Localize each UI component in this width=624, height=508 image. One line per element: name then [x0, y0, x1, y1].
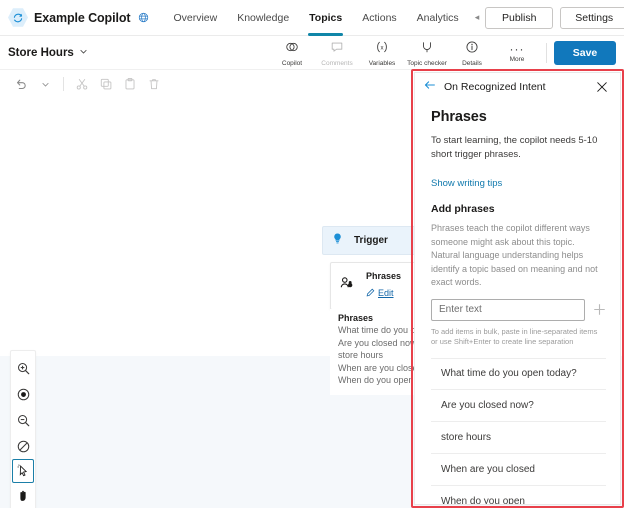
header-actions: Publish Settings Test ···: [485, 2, 624, 33]
phrase-list-item[interactable]: Are you closed now?: [431, 390, 606, 422]
paste-button: [119, 73, 141, 95]
plus-icon[interactable]: [592, 299, 606, 321]
zoom-out-icon[interactable]: [11, 407, 35, 433]
command-copilot-label: Copilot: [281, 59, 303, 67]
tab-topics-label: Topics: [309, 11, 343, 24]
phrases-people-icon: [339, 275, 357, 298]
comment-icon: [330, 40, 344, 59]
command-variables[interactable]: x Variables: [360, 38, 404, 68]
phrase-list-item[interactable]: store hours: [431, 422, 606, 454]
tab-overview[interactable]: Overview: [163, 0, 227, 36]
app-root: Example Copilot Overview Knowledge Topic…: [0, 0, 624, 508]
command-divider: [546, 42, 547, 63]
node-phrases-edit-label[interactable]: Edit: [378, 288, 394, 298]
command-comments-label: Comments: [321, 59, 353, 67]
brand: Example Copilot: [8, 8, 149, 28]
svg-text:x: x: [380, 44, 383, 51]
save-button[interactable]: Save: [554, 40, 616, 65]
show-writing-tips-link[interactable]: Show writing tips: [431, 178, 502, 189]
topic-selector[interactable]: Store Hours: [8, 47, 88, 59]
app-title: Example Copilot: [34, 10, 131, 25]
chevron-down-icon: [79, 47, 88, 59]
panel-body: Phrases To start learning, the copilot n…: [415, 109, 620, 505]
panel-description: To start learning, the copilot needs 5-1…: [431, 135, 598, 160]
command-more-label: More: [509, 56, 525, 63]
ellipsis-icon: ···: [509, 42, 525, 56]
fit-to-view-icon[interactable]: [11, 381, 35, 407]
panel-breadcrumb: On Recognized Intent: [444, 81, 546, 93]
more-tabs-icon[interactable]: ◂: [469, 12, 486, 23]
add-phrases-description: Phrases teach the copilot different ways…: [431, 223, 598, 287]
topic-name: Store Hours: [8, 46, 74, 59]
command-topic-checker[interactable]: Topic checker: [405, 38, 449, 68]
topic-subbar: Store Hours Copilot Comments x Variables…: [0, 36, 624, 70]
close-icon[interactable]: [594, 79, 610, 95]
phrase-list-item[interactable]: What time do you open today?: [431, 357, 606, 390]
phrase-list-item[interactable]: When are you closed: [431, 454, 606, 486]
command-bar: Copilot Comments x Variables Topic check…: [270, 38, 616, 68]
command-topic-checker-label: Topic checker: [407, 59, 447, 67]
settings-button[interactable]: Settings: [560, 6, 624, 29]
tab-analytics-label: Analytics: [416, 11, 459, 24]
undo-button[interactable]: [10, 73, 32, 95]
undo-dropdown-button[interactable]: [34, 73, 56, 95]
app-header: Example Copilot Overview Knowledge Topic…: [0, 0, 624, 36]
info-icon: [465, 40, 479, 59]
zoom-in-icon[interactable]: [11, 355, 35, 381]
pointer-select-icon[interactable]: [12, 459, 34, 483]
phrase-list-item[interactable]: When do you open: [431, 486, 606, 505]
canvas-tool-rail: [10, 350, 36, 508]
command-copilot[interactable]: Copilot: [270, 38, 314, 68]
command-comments: Comments: [315, 38, 359, 68]
add-phrases-heading: Add phrases: [431, 203, 495, 215]
command-variables-label: Variables: [368, 59, 396, 67]
bulk-paste-hint: To add items in bulk, paste in line-sepa…: [431, 326, 598, 346]
tab-knowledge-label: Knowledge: [237, 11, 290, 24]
command-more[interactable]: ··· More: [495, 41, 539, 64]
globe-icon: [138, 12, 149, 23]
main-nav-tabs: Overview Knowledge Topics Actions Analyt…: [163, 0, 485, 36]
back-arrow-icon[interactable]: [423, 78, 437, 97]
node-trigger-label: Trigger: [354, 235, 388, 246]
copilot-icon: [285, 40, 299, 59]
tab-analytics[interactable]: Analytics: [407, 0, 469, 36]
phrase-input[interactable]: [431, 298, 585, 321]
publish-button[interactable]: Publish: [485, 6, 554, 29]
pan-hand-icon[interactable]: [11, 483, 35, 508]
topic-checker-icon: [420, 40, 434, 59]
node-phrases-title: Phrases: [366, 271, 402, 281]
tab-topics[interactable]: Topics: [299, 0, 352, 36]
tab-actions[interactable]: Actions: [352, 0, 406, 36]
tab-actions-label: Actions: [362, 11, 397, 24]
phrases-properties-panel: On Recognized Intent Phrases To start le…: [414, 72, 621, 505]
phrase-list: What time do you open today? Are you clo…: [431, 357, 606, 505]
node-phrases-edit[interactable]: Edit: [366, 284, 401, 302]
cut-button: [71, 73, 93, 95]
command-details[interactable]: Details: [450, 38, 494, 68]
pencil-icon: [366, 284, 375, 302]
copy-button: [95, 73, 117, 95]
delete-button: [143, 73, 165, 95]
variables-icon: x: [375, 40, 389, 59]
copilot-hex-icon: [8, 8, 28, 28]
add-phrase-row: [431, 298, 606, 321]
tab-knowledge[interactable]: Knowledge: [227, 0, 299, 36]
command-details-label: Details: [462, 59, 482, 67]
reset-zoom-icon[interactable]: [11, 433, 35, 459]
panel-title: Phrases: [431, 109, 487, 125]
toolbar-divider: [63, 77, 64, 91]
lightbulb-icon: [331, 232, 344, 250]
tab-overview-label: Overview: [173, 11, 218, 24]
panel-header: On Recognized Intent: [415, 73, 620, 101]
